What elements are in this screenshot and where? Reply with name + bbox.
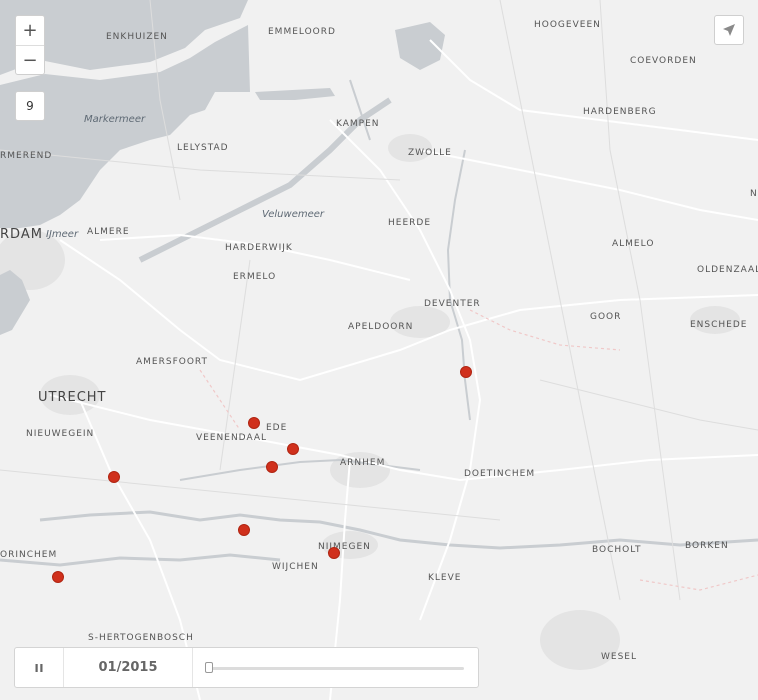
locate-button[interactable] [714,15,744,45]
slider-track [207,667,464,670]
zoom-out-button[interactable]: − [16,46,44,75]
zoom-control: + − [15,15,45,75]
marker[interactable] [238,524,250,536]
pause-button[interactable] [15,648,64,687]
slider-handle[interactable] [205,662,213,673]
label-borken: BORKEN [685,541,729,551]
label-gorinchem: ORINCHEM [0,550,57,560]
label-goor: GOOR [590,312,621,322]
label-arnhem: ARNHEM [340,458,385,468]
label-emmeloord: EMMELOORD [268,27,336,37]
marker[interactable] [287,443,299,455]
label-lelystad: LELYSTAD [177,143,229,153]
label-purmerend: RMEREND [0,151,52,161]
marker[interactable] [460,366,472,378]
label-harderwijk: HARDERWIJK [225,243,293,253]
label-utrecht: UTRECHT [38,390,107,405]
label-deventer: DEVENTER [424,299,481,309]
label-hertogenbosch: S-HERTOGENBOSCH [88,633,194,643]
label-amsterdam: RDAM [0,227,43,242]
label-veluwemeer: Veluwemeer [262,209,325,220]
label-enkhuizen: ENKHUIZEN [106,32,168,42]
marker[interactable] [248,417,260,429]
label-heerde: HEERDE [388,218,431,228]
label-oldenzaal: OLDENZAAL [697,265,758,275]
map-canvas[interactable]: ENKHUIZEN EMMELOORD HOOGEVEEN COEVORDEN … [0,0,758,700]
label-almere: ALMERE [87,227,130,237]
label-hardenberg: HARDENBERG [583,107,657,117]
zoom-level-indicator: 9 [15,91,45,121]
label-amersfoort: AMERSFOORT [136,357,208,367]
timeline-slider[interactable] [193,648,478,687]
label-kampen: KAMPEN [336,119,380,129]
label-ermelo: ERMELO [233,272,276,282]
label-wijchen: WIJCHEN [272,562,319,572]
label-apeldoorn: APELDOORN [348,322,413,332]
marker[interactable] [266,461,278,473]
label-doetinchem: DOETINCHEM [464,469,535,479]
label-enschede: ENSCHEDE [690,320,748,330]
marker[interactable] [328,547,340,559]
label-wesel: WESEL [601,652,637,662]
label-ede: EDE [266,423,287,433]
marker[interactable] [52,571,64,583]
label-coevorden: COEVORDEN [630,56,697,66]
timeline-control: 01/2015 [14,647,479,688]
label-nijmegen: NIJMEGEN [318,542,371,552]
label-hoogeveen: HOOGEVEEN [534,20,601,30]
label-almelo: ALMELO [612,239,654,249]
label-bocholt: BOCHOLT [592,545,642,555]
navigation-arrow-icon [723,24,735,36]
timeline-date: 01/2015 [64,648,193,687]
zoom-in-button[interactable]: + [16,16,44,45]
label-zwolle: ZWOLLE [408,148,452,158]
label-ijmeer: IJmeer [46,229,79,240]
label-markermeer: Markermeer [84,114,146,125]
pause-icon [35,663,43,672]
label-edge-n: N [750,189,758,199]
label-veenendaal: VEENENDAAL [196,433,267,443]
label-nieuwegein: NIEUWEGEIN [26,429,94,439]
label-kleve: KLEVE [428,573,461,583]
marker[interactable] [108,471,120,483]
